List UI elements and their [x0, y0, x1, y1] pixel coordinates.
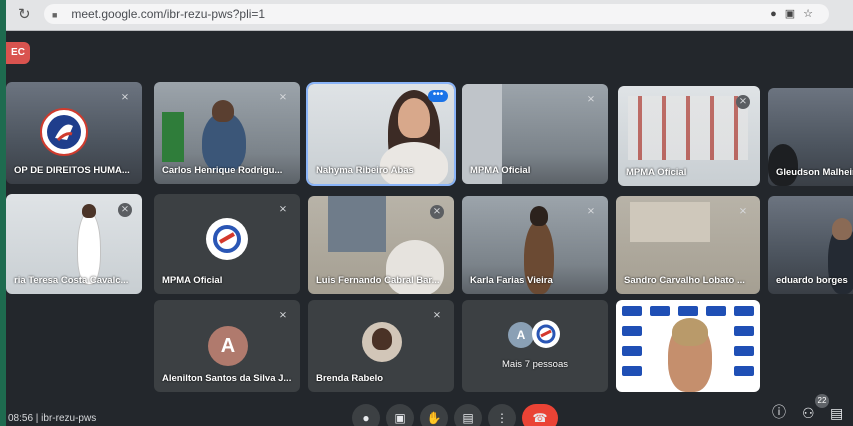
participant-tile[interactable]: A Mais 7 pessoas [462, 300, 608, 392]
recording-badge: EC [6, 42, 30, 64]
mic-off-icon: ⨯ [120, 92, 130, 103]
hand-icon[interactable]: ✋ [420, 404, 448, 426]
participant-tile[interactable]: ⨯ MPMA Oficial [154, 194, 300, 294]
star-icon[interactable]: ☆ [803, 8, 821, 20]
camera-icon[interactable]: ▣ [386, 404, 414, 426]
organization-logo [40, 108, 88, 156]
participant-tile[interactable]: Gleudson Malheiro [768, 88, 853, 186]
participant-face [398, 98, 430, 138]
meet-screen: ↻ ■ meet.google.com/ibr-rezu-pws?pli=1 ●… [6, 0, 853, 426]
more-vert-icon[interactable]: ⋮ [488, 404, 516, 426]
participant-name: Gleudson Malheiro [776, 167, 853, 178]
mic-off-icon: ⨯ [278, 204, 288, 215]
lock-icon: ■ [52, 10, 58, 20]
participant-video [78, 212, 100, 284]
mic-off-icon: ⨯ [738, 206, 748, 217]
participant-name: ria Teresa Costa Cavalc... [14, 275, 129, 286]
participant-body [380, 142, 448, 184]
participant-name: MPMA Oficial [626, 167, 687, 178]
participant-tile[interactable]: ⨯ MPMA Oficial [618, 86, 760, 186]
url-text: meet.google.com/ibr-rezu-pws?pli=1 [71, 7, 266, 21]
participant-name: Brenda Rabelo [316, 373, 384, 384]
participant-tile[interactable]: A ⨯ Alenilton Santos da Silva J... [154, 300, 300, 392]
participant-name: Sandro Carvalho Lobato ... [624, 275, 745, 286]
frame-decor [630, 202, 710, 242]
participant-tile[interactable]: ⨯ MPMA Oficial [462, 84, 608, 184]
participant-tile[interactable]: ⨯ Sandro Carvalho Lobato ... [616, 196, 760, 294]
participant-name: Luis Fernando Cabral Bar... [316, 275, 440, 286]
banner-decor [650, 306, 670, 316]
banner-decor [734, 366, 754, 376]
participant-tile[interactable]: eduardo borges [768, 196, 853, 294]
more-icon[interactable]: ••• [428, 90, 448, 102]
reload-icon[interactable]: ↻ [18, 5, 31, 23]
participant-tile[interactable]: ⨯ Carlos Henrique Rodrigu... [154, 82, 300, 184]
mic-off-icon: ⨯ [432, 310, 442, 321]
flag-decor [162, 112, 184, 162]
mic-off-icon: ⨯ [430, 205, 444, 219]
participant-face [372, 328, 392, 350]
banner-decor [678, 306, 698, 316]
address-bar[interactable]: ■ meet.google.com/ibr-rezu-pws?pli=1 ●▣☆ [44, 4, 829, 24]
mpma-logo [206, 218, 248, 260]
mic-off-icon: ⨯ [278, 92, 288, 103]
participant-tile[interactable]: ⨯ Brenda Rabelo [308, 300, 454, 392]
avatar: A [208, 326, 248, 366]
mic-icon[interactable]: ● [352, 404, 380, 426]
banner-decor [734, 306, 754, 316]
banner-decor [622, 326, 642, 336]
participants-count-badge: 22 [815, 394, 829, 408]
participant-name: Nahyma Ribeiro Abas [316, 165, 414, 176]
more-people-label: Mais 7 pessoas [502, 359, 569, 370]
banner-decor [734, 326, 754, 336]
backdrop-decor [628, 96, 748, 160]
banner-decor [622, 306, 642, 316]
participant-name: MPMA Oficial [470, 165, 531, 176]
banner-decor [734, 346, 754, 356]
participant-name: Alenilton Santos da Silva J... [162, 373, 292, 384]
banner-decor [706, 306, 726, 316]
participant-hair [672, 318, 708, 346]
participant-head [530, 206, 548, 226]
people-icon[interactable]: ⚇ [802, 405, 815, 422]
address-bar-icons: ●▣☆ [770, 4, 821, 24]
chat-icon[interactable]: ▤ [830, 405, 843, 422]
meeting-info: 08:56 | ibr-rezu-pws [8, 413, 97, 424]
share-icon[interactable]: ▣ [785, 8, 803, 20]
mic-off-icon: ⨯ [586, 206, 596, 217]
mpma-logo [532, 320, 560, 348]
end-call-icon[interactable]: ☎ [522, 404, 558, 426]
camera-permission-icon[interactable]: ● [770, 8, 785, 20]
mic-off-icon: ⨯ [586, 94, 596, 105]
participant-tile[interactable]: ⨯ ria Teresa Costa Cavalc... [6, 194, 142, 294]
participant-tile[interactable]: ⨯ Luis Fernando Cabral Bar... [308, 196, 454, 294]
participant-tile[interactable]: ⨯ OP DE DIREITOS HUMA... [6, 82, 142, 184]
avatar [362, 322, 402, 362]
info-icon[interactable]: ⓘ [772, 402, 786, 422]
participant-tile[interactable]: ⨯ Karla Farias Vieira [462, 196, 608, 294]
participant-head [212, 100, 234, 122]
avatar: A [508, 322, 534, 348]
participant-head [82, 204, 96, 218]
participant-name: MPMA Oficial [162, 275, 223, 286]
mic-off-icon: ⨯ [736, 95, 750, 109]
browser-toolbar: ↻ ■ meet.google.com/ibr-rezu-pws?pli=1 ●… [6, 0, 853, 31]
present-icon[interactable]: ▤ [454, 404, 482, 426]
banner-decor [622, 366, 642, 376]
participant-name: Karla Farias Vieira [470, 275, 553, 286]
participant-tile[interactable] [616, 300, 760, 392]
banner-decor [622, 346, 642, 356]
window-decor [328, 196, 386, 252]
participant-name: OP DE DIREITOS HUMA... [14, 165, 130, 176]
mic-off-icon: ⨯ [118, 203, 132, 217]
participant-tile-speaking[interactable]: ••• Nahyma Ribeiro Abas [308, 84, 454, 184]
participant-video [768, 144, 798, 186]
participant-head [832, 218, 852, 240]
participant-name: Carlos Henrique Rodrigu... [162, 165, 283, 176]
mic-off-icon: ⨯ [278, 310, 288, 321]
participant-name: eduardo borges [776, 275, 848, 286]
